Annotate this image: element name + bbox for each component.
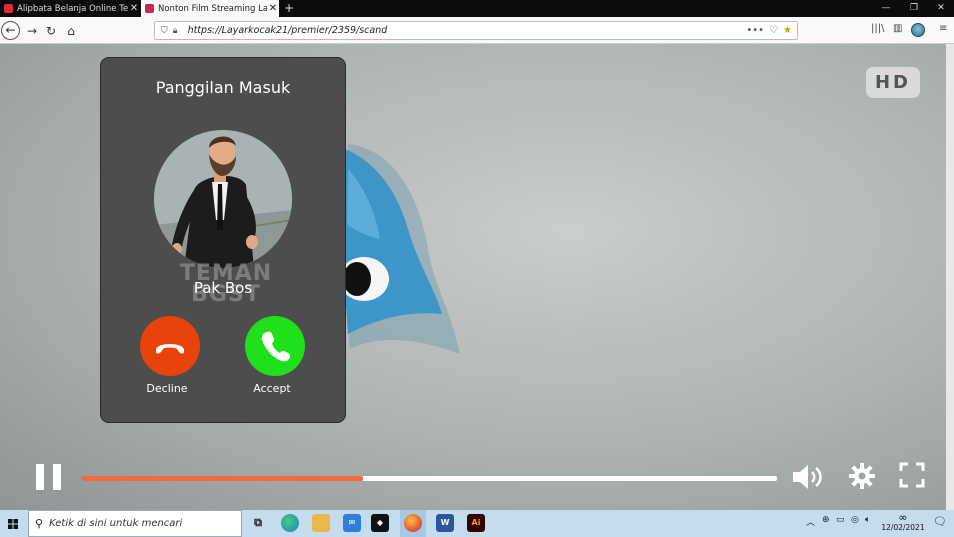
settings-gear-icon[interactable] bbox=[848, 462, 876, 490]
date-text: 12/02/2021 bbox=[881, 523, 925, 532]
caller-photo bbox=[154, 130, 292, 268]
reload-icon[interactable]: ↻ bbox=[41, 21, 61, 41]
search-icon: ⚲ bbox=[35, 517, 44, 530]
page-scrollbar[interactable] bbox=[946, 44, 954, 510]
volume-icon[interactable] bbox=[791, 462, 825, 492]
page-actions-icon[interactable]: ••• bbox=[746, 25, 764, 36]
system-clock[interactable]: ∞ 12/02/2021 bbox=[880, 511, 926, 533]
alipbata-favicon-icon bbox=[4, 4, 13, 13]
account-avatar-icon[interactable] bbox=[911, 23, 925, 37]
fullscreen-icon[interactable] bbox=[899, 462, 925, 488]
windows-taskbar: ⚲ Ketik di sini untuk mencari ⧉ ✉ ◆ W Ai… bbox=[0, 510, 954, 537]
decline-button[interactable] bbox=[140, 316, 200, 376]
notifications-icon[interactable]: 🗨︎ bbox=[933, 515, 947, 528]
sidebar-icon[interactable]: ▥ bbox=[893, 23, 902, 34]
lock-icon[interactable]: 🔒︎ bbox=[173, 26, 178, 36]
progress-fill bbox=[81, 476, 363, 481]
close-window-icon[interactable]: ✕ bbox=[927, 0, 954, 17]
call-title: Panggilan Masuk bbox=[155, 78, 291, 97]
word-icon[interactable]: W bbox=[436, 514, 454, 532]
taskbar-search-box[interactable]: ⚲ Ketik di sini untuk mencari bbox=[28, 510, 242, 537]
businessman-illustration-icon bbox=[154, 130, 292, 268]
accept-button[interactable] bbox=[245, 316, 305, 376]
library-icon[interactable]: |||\ bbox=[871, 23, 884, 34]
url-text[interactable]: https://Layarkocak21/premier/2359/scand bbox=[188, 25, 747, 36]
show-hidden-icons-icon[interactable]: ︿ bbox=[806, 515, 815, 528]
hang-up-phone-icon bbox=[156, 344, 184, 354]
speaker-icon[interactable]: 🔈︎ bbox=[865, 515, 870, 525]
pause-bar-icon bbox=[36, 464, 44, 490]
caller-name: Pak Bos bbox=[193, 279, 253, 297]
tab-strip: Alipbata Belanja Online Ter ✕ Nonton Fil… bbox=[0, 0, 954, 17]
search-placeholder: Ketik di sini untuk mencari bbox=[49, 518, 183, 529]
back-arrow-icon[interactable]: ← bbox=[1, 21, 20, 40]
tab-close-icon[interactable]: ✕ bbox=[128, 3, 140, 14]
phone-icon bbox=[261, 331, 290, 362]
pause-bar-icon bbox=[53, 464, 61, 490]
progress-bar[interactable] bbox=[81, 476, 777, 481]
network-device-icon[interactable]: ⊕ bbox=[822, 515, 830, 525]
decline-label: Decline bbox=[146, 382, 188, 395]
unity-icon[interactable]: ◆ bbox=[371, 514, 389, 532]
address-bar[interactable]: ⛉ 🔒︎ https://Layarkocak21/premier/2359/s… bbox=[154, 21, 798, 40]
navigation-bar: ← → ↻ ⌂ ⛉ 🔒︎ https://Layarkocak21/premie… bbox=[0, 17, 954, 44]
battery-icon[interactable]: ▭ bbox=[836, 515, 845, 525]
mail-icon[interactable]: ✉ bbox=[343, 514, 361, 532]
accept-label: Accept bbox=[253, 382, 291, 395]
infinity-icon: ∞ bbox=[898, 511, 908, 524]
video-player[interactable]: HD Panggilan Masuk TEMAN BGST Pak Bos De… bbox=[0, 44, 946, 510]
hd-quality-badge[interactable]: HD bbox=[866, 67, 920, 98]
new-tab-icon[interactable]: + bbox=[282, 0, 296, 17]
tab-title: Alipbata Belanja Online Ter bbox=[17, 3, 128, 14]
restore-icon[interactable]: ❐ bbox=[900, 0, 928, 17]
site-favicon-icon bbox=[145, 4, 154, 13]
file-explorer-icon[interactable] bbox=[312, 514, 330, 532]
home-icon[interactable]: ⌂ bbox=[61, 21, 81, 41]
illustrator-icon[interactable]: Ai bbox=[467, 514, 485, 532]
task-view-icon[interactable]: ⧉ bbox=[249, 514, 267, 532]
bookmark-star-icon[interactable]: ★ bbox=[783, 25, 792, 36]
screen: Alipbata Belanja Online Ter ✕ Nonton Fil… bbox=[0, 0, 954, 537]
shield-icon[interactable]: ⛉ bbox=[161, 26, 168, 36]
tab-close-icon[interactable]: ✕ bbox=[267, 3, 279, 14]
incoming-call-card: Panggilan Masuk TEMAN BGST Pak Bos Decli… bbox=[100, 57, 346, 423]
firefox-icon[interactable] bbox=[404, 514, 422, 532]
edge-browser-icon[interactable] bbox=[281, 514, 299, 532]
tab-alipbata[interactable]: Alipbata Belanja Online Ter ✕ bbox=[0, 0, 140, 17]
windows-start-icon[interactable] bbox=[0, 510, 26, 537]
menu-icon[interactable]: ≡ bbox=[939, 23, 947, 34]
pause-button[interactable] bbox=[36, 464, 62, 490]
minimize-icon[interactable]: — bbox=[872, 0, 900, 17]
forward-arrow-icon[interactable]: → bbox=[22, 21, 42, 41]
pocket-icon[interactable]: ♡ bbox=[769, 25, 778, 36]
tab-nonton-film[interactable]: Nonton Film Streaming Layar ✕ bbox=[141, 0, 279, 17]
globe-icon[interactable]: ◎ bbox=[851, 515, 859, 525]
tab-title: Nonton Film Streaming Layar bbox=[158, 3, 267, 14]
